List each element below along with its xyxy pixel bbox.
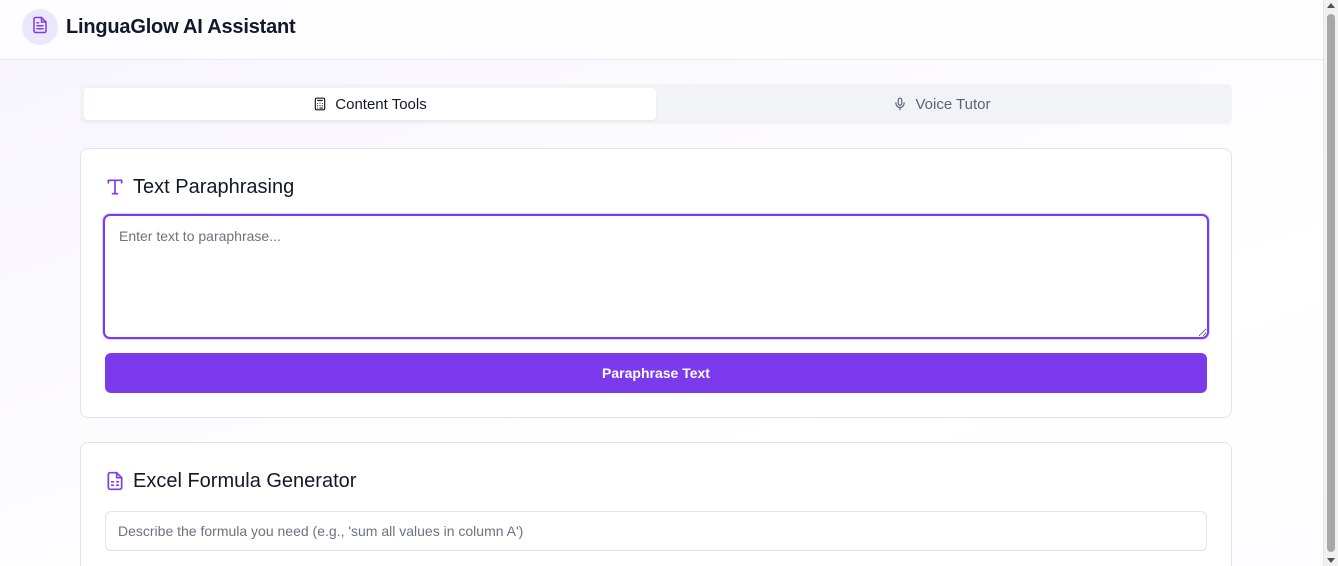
paraphrase-card: Text Paraphrasing Paraphrase Text xyxy=(80,148,1232,418)
type-icon xyxy=(105,177,125,202)
tab-list: Content Tools Voice Tutor xyxy=(80,84,1232,124)
tab-voice-tutor-label: Voice Tutor xyxy=(915,95,991,113)
tab-content-tools[interactable]: Content Tools xyxy=(84,88,656,120)
scrollbar-thumb[interactable] xyxy=(1327,14,1335,552)
logo-badge xyxy=(22,9,58,45)
spreadsheet-icon xyxy=(105,471,125,496)
microphone-icon xyxy=(893,97,907,111)
page-scrollbar[interactable] xyxy=(1323,0,1338,566)
excel-card-title: Excel Formula Generator xyxy=(133,470,357,492)
formula-description-input[interactable] xyxy=(105,511,1207,551)
tab-voice-tutor[interactable]: Voice Tutor xyxy=(656,88,1228,120)
calculator-icon xyxy=(313,97,327,111)
scroll-up-arrow-icon[interactable] xyxy=(1327,3,1335,8)
paraphrase-button[interactable]: Paraphrase Text xyxy=(105,353,1207,393)
excel-formula-card: Excel Formula Generator xyxy=(80,442,1232,566)
paraphrase-textarea[interactable] xyxy=(103,214,1209,339)
app-header: LinguaGlow AI Assistant xyxy=(0,0,1323,60)
document-icon xyxy=(31,16,49,39)
scroll-down-arrow-icon[interactable] xyxy=(1327,558,1335,563)
tab-content-tools-label: Content Tools xyxy=(335,95,427,113)
app-title: LinguaGlow AI Assistant xyxy=(66,16,296,38)
paraphrase-card-title: Text Paraphrasing xyxy=(133,176,295,198)
